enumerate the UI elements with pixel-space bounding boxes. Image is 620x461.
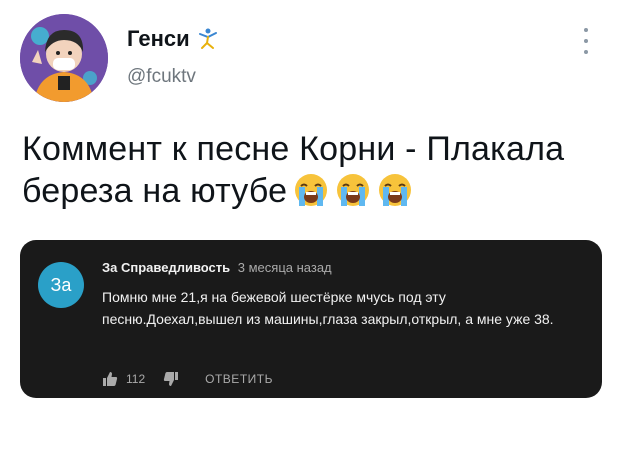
emoji-row [293,172,413,208]
comment-meta: За Справедливость 3 месяца назад [102,260,332,275]
embedded-comment-card: За За Справедливость 3 месяца назад Помн… [20,240,602,398]
tweet-card: Генси @fcuktv Коммент к песне Корни - Пл… [0,0,620,461]
more-vertical-icon[interactable] [580,28,592,54]
comment-actions: 112 ОТВЕТИТЬ [102,371,273,387]
profile-avatar[interactable] [20,14,108,102]
loudly-crying-face-icon [379,174,412,206]
comment-body: Помню мне 21,я на бежевой шестёрке мчусь… [102,289,554,327]
loudly-crying-face-icon [337,174,370,206]
tweet-text: Коммент к песне Корни - Плакала береза н… [22,128,612,212]
dancing-figure-icon [198,28,218,50]
thumbs-up-icon[interactable] [102,371,118,387]
display-name[interactable]: Генси [127,26,190,52]
display-name-row: Генси [127,26,218,52]
user-handle[interactable]: @fcuktv [127,66,196,88]
comment-time: 3 месяца назад [237,260,332,275]
loudly-crying-face-icon [295,174,328,206]
commenter-avatar[interactable]: За [38,262,84,308]
thumbs-down-icon[interactable] [163,371,179,387]
like-count: 112 [126,372,146,386]
reply-button[interactable]: ОТВЕТИТЬ [205,372,273,386]
comment-author[interactable]: За Справедливость [102,260,230,275]
avatar-illustration [20,14,108,102]
